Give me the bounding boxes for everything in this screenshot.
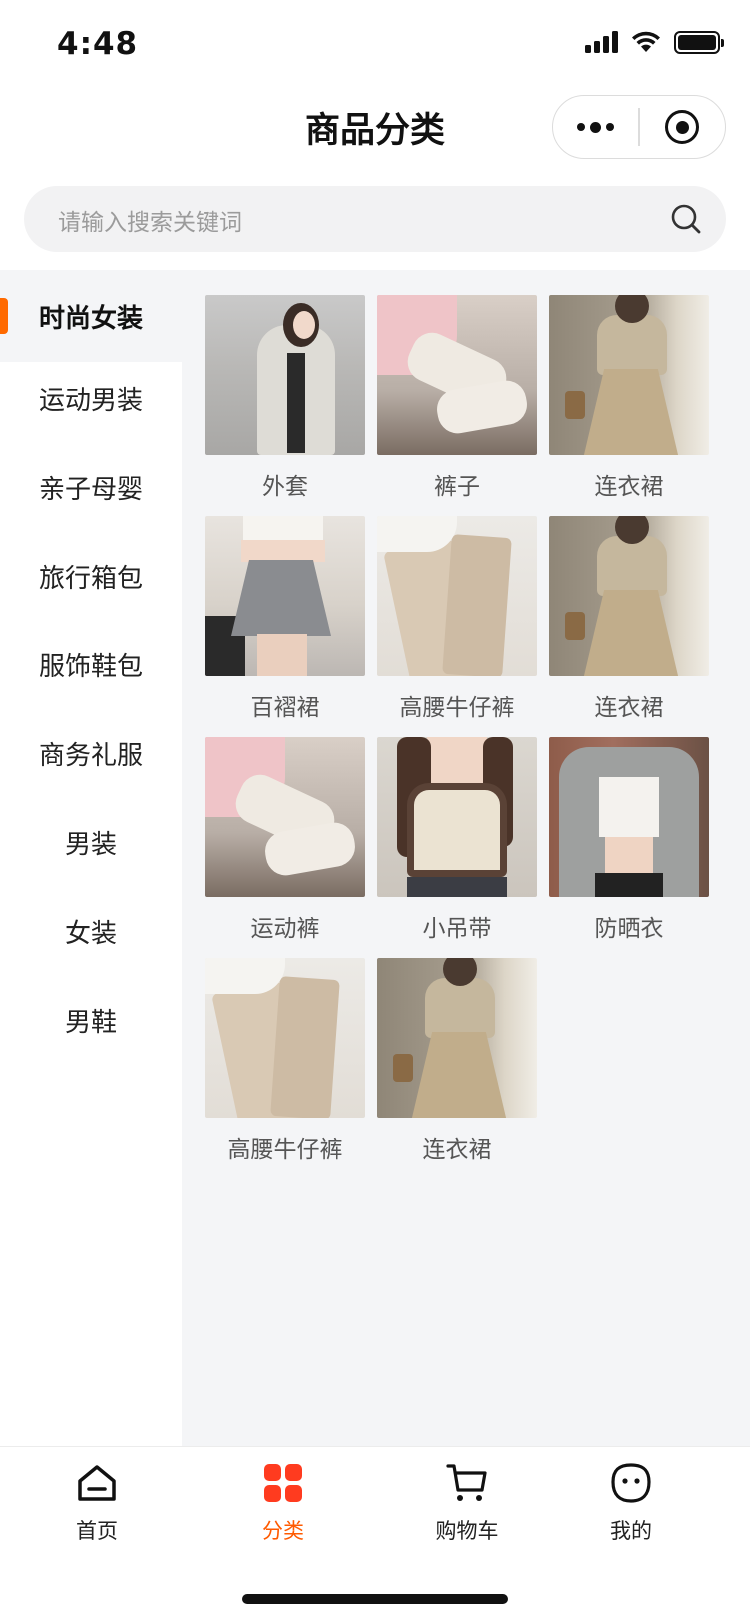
product-image (549, 516, 709, 676)
product-label: 连衣裙 (594, 695, 664, 721)
product-card[interactable]: 连衣裙 (549, 295, 709, 515)
product-card[interactable]: 小吊带 (377, 737, 537, 957)
product-image (377, 737, 537, 897)
close-mini-program-button[interactable] (640, 96, 725, 158)
cart-icon (446, 1464, 487, 1501)
sidebar-item-label: 旅行箱包 (38, 563, 143, 594)
product-label: 运动裤 (250, 916, 320, 942)
product-card[interactable]: 连衣裙 (549, 516, 709, 736)
category-content: 时尚女装 运动男装 亲子母婴 旅行箱包 服饰鞋包 商务礼服 男装 女装 男鞋 外… (0, 270, 750, 1446)
profile-icon (611, 1463, 651, 1503)
product-image (205, 516, 365, 676)
tab-label: 首页 (76, 1519, 118, 1543)
signal-icon (585, 31, 618, 53)
product-label: 裤子 (434, 474, 480, 500)
status-time: 4:48 (57, 26, 139, 62)
product-label: 高腰牛仔裤 (227, 1137, 343, 1163)
product-label: 小吊带 (422, 916, 492, 942)
status-icons (585, 30, 724, 54)
sidebar-item-business-formal[interactable]: 商务礼服 (0, 707, 182, 799)
sidebar-item-label: 男鞋 (64, 1007, 117, 1038)
sidebar-item-mens-shoes[interactable]: 男鞋 (0, 974, 182, 1066)
product-label: 连衣裙 (422, 1137, 492, 1163)
search-placeholder: 请输入搜索关键词 (58, 210, 242, 236)
sidebar-item-parent-baby[interactable]: 亲子母婴 (0, 441, 182, 533)
nav-bar: 商品分类 (0, 88, 750, 178)
tab-label: 购物车 (435, 1519, 499, 1543)
product-card[interactable]: 防晒衣 (549, 737, 709, 957)
mini-program-capsule (552, 95, 726, 159)
product-label: 防晒衣 (594, 916, 664, 942)
more-icon (577, 121, 615, 133)
product-image (377, 516, 537, 676)
wifi-icon (632, 31, 660, 52)
product-label: 外套 (262, 474, 308, 500)
product-card[interactable]: 百褶裙 (205, 516, 365, 736)
home-indicator (242, 1594, 508, 1604)
search-icon[interactable] (668, 201, 704, 237)
product-label: 百褶裙 (250, 695, 320, 721)
sidebar-item-label: 亲子母婴 (38, 474, 143, 505)
sidebar-item-menswear[interactable]: 男装 (0, 796, 182, 888)
status-bar: 4:48 (0, 0, 750, 88)
product-image (549, 737, 709, 897)
sidebar-item-luggage[interactable]: 旅行箱包 (0, 530, 182, 622)
sidebar-item-womenswear[interactable]: 女装 (0, 885, 182, 977)
product-label: 高腰牛仔裤 (399, 695, 515, 721)
sidebar-item-label: 服饰鞋包 (38, 651, 143, 682)
product-image (377, 958, 537, 1118)
category-sidebar: 时尚女装 运动男装 亲子母婴 旅行箱包 服饰鞋包 商务礼服 男装 女装 男鞋 (0, 270, 182, 1446)
product-card[interactable]: 裤子 (377, 295, 537, 515)
tab-label: 我的 (610, 1519, 652, 1543)
more-button[interactable] (553, 96, 638, 158)
sidebar-item-label: 时尚女装 (38, 303, 143, 334)
sidebar-item-label: 商务礼服 (38, 740, 143, 771)
category-icon (264, 1464, 302, 1502)
battery-icon (674, 30, 724, 54)
tab-label: 分类 (262, 1519, 304, 1543)
tab-cart[interactable]: 购物车 (392, 1461, 542, 1551)
sidebar-item-label: 女装 (64, 918, 117, 949)
product-label: 连衣裙 (594, 474, 664, 500)
product-image (377, 295, 537, 455)
product-card[interactable]: 高腰牛仔裤 (377, 516, 537, 736)
sidebar-item-apparel-shoes-bags[interactable]: 服饰鞋包 (0, 618, 182, 710)
target-icon (665, 110, 700, 144)
sidebar-item-label: 运动男装 (38, 385, 143, 416)
product-image (205, 737, 365, 897)
product-image (549, 295, 709, 455)
product-image (205, 958, 365, 1118)
tab-category[interactable]: 分类 (208, 1461, 358, 1551)
product-image (205, 295, 365, 455)
product-card[interactable]: 高腰牛仔裤 (205, 958, 365, 1178)
tab-profile[interactable]: 我的 (556, 1461, 706, 1551)
sidebar-item-fashion-women[interactable]: 时尚女装 (0, 270, 182, 362)
product-card[interactable]: 连衣裙 (377, 958, 537, 1178)
search-input[interactable]: 请输入搜索关键词 (24, 186, 726, 252)
product-card[interactable]: 运动裤 (205, 737, 365, 957)
sidebar-item-sports-men[interactable]: 运动男装 (0, 352, 182, 444)
sidebar-item-label: 男装 (64, 829, 117, 860)
home-icon (78, 1465, 116, 1501)
product-card[interactable]: 外套 (205, 295, 365, 515)
tab-home[interactable]: 首页 (22, 1461, 172, 1551)
